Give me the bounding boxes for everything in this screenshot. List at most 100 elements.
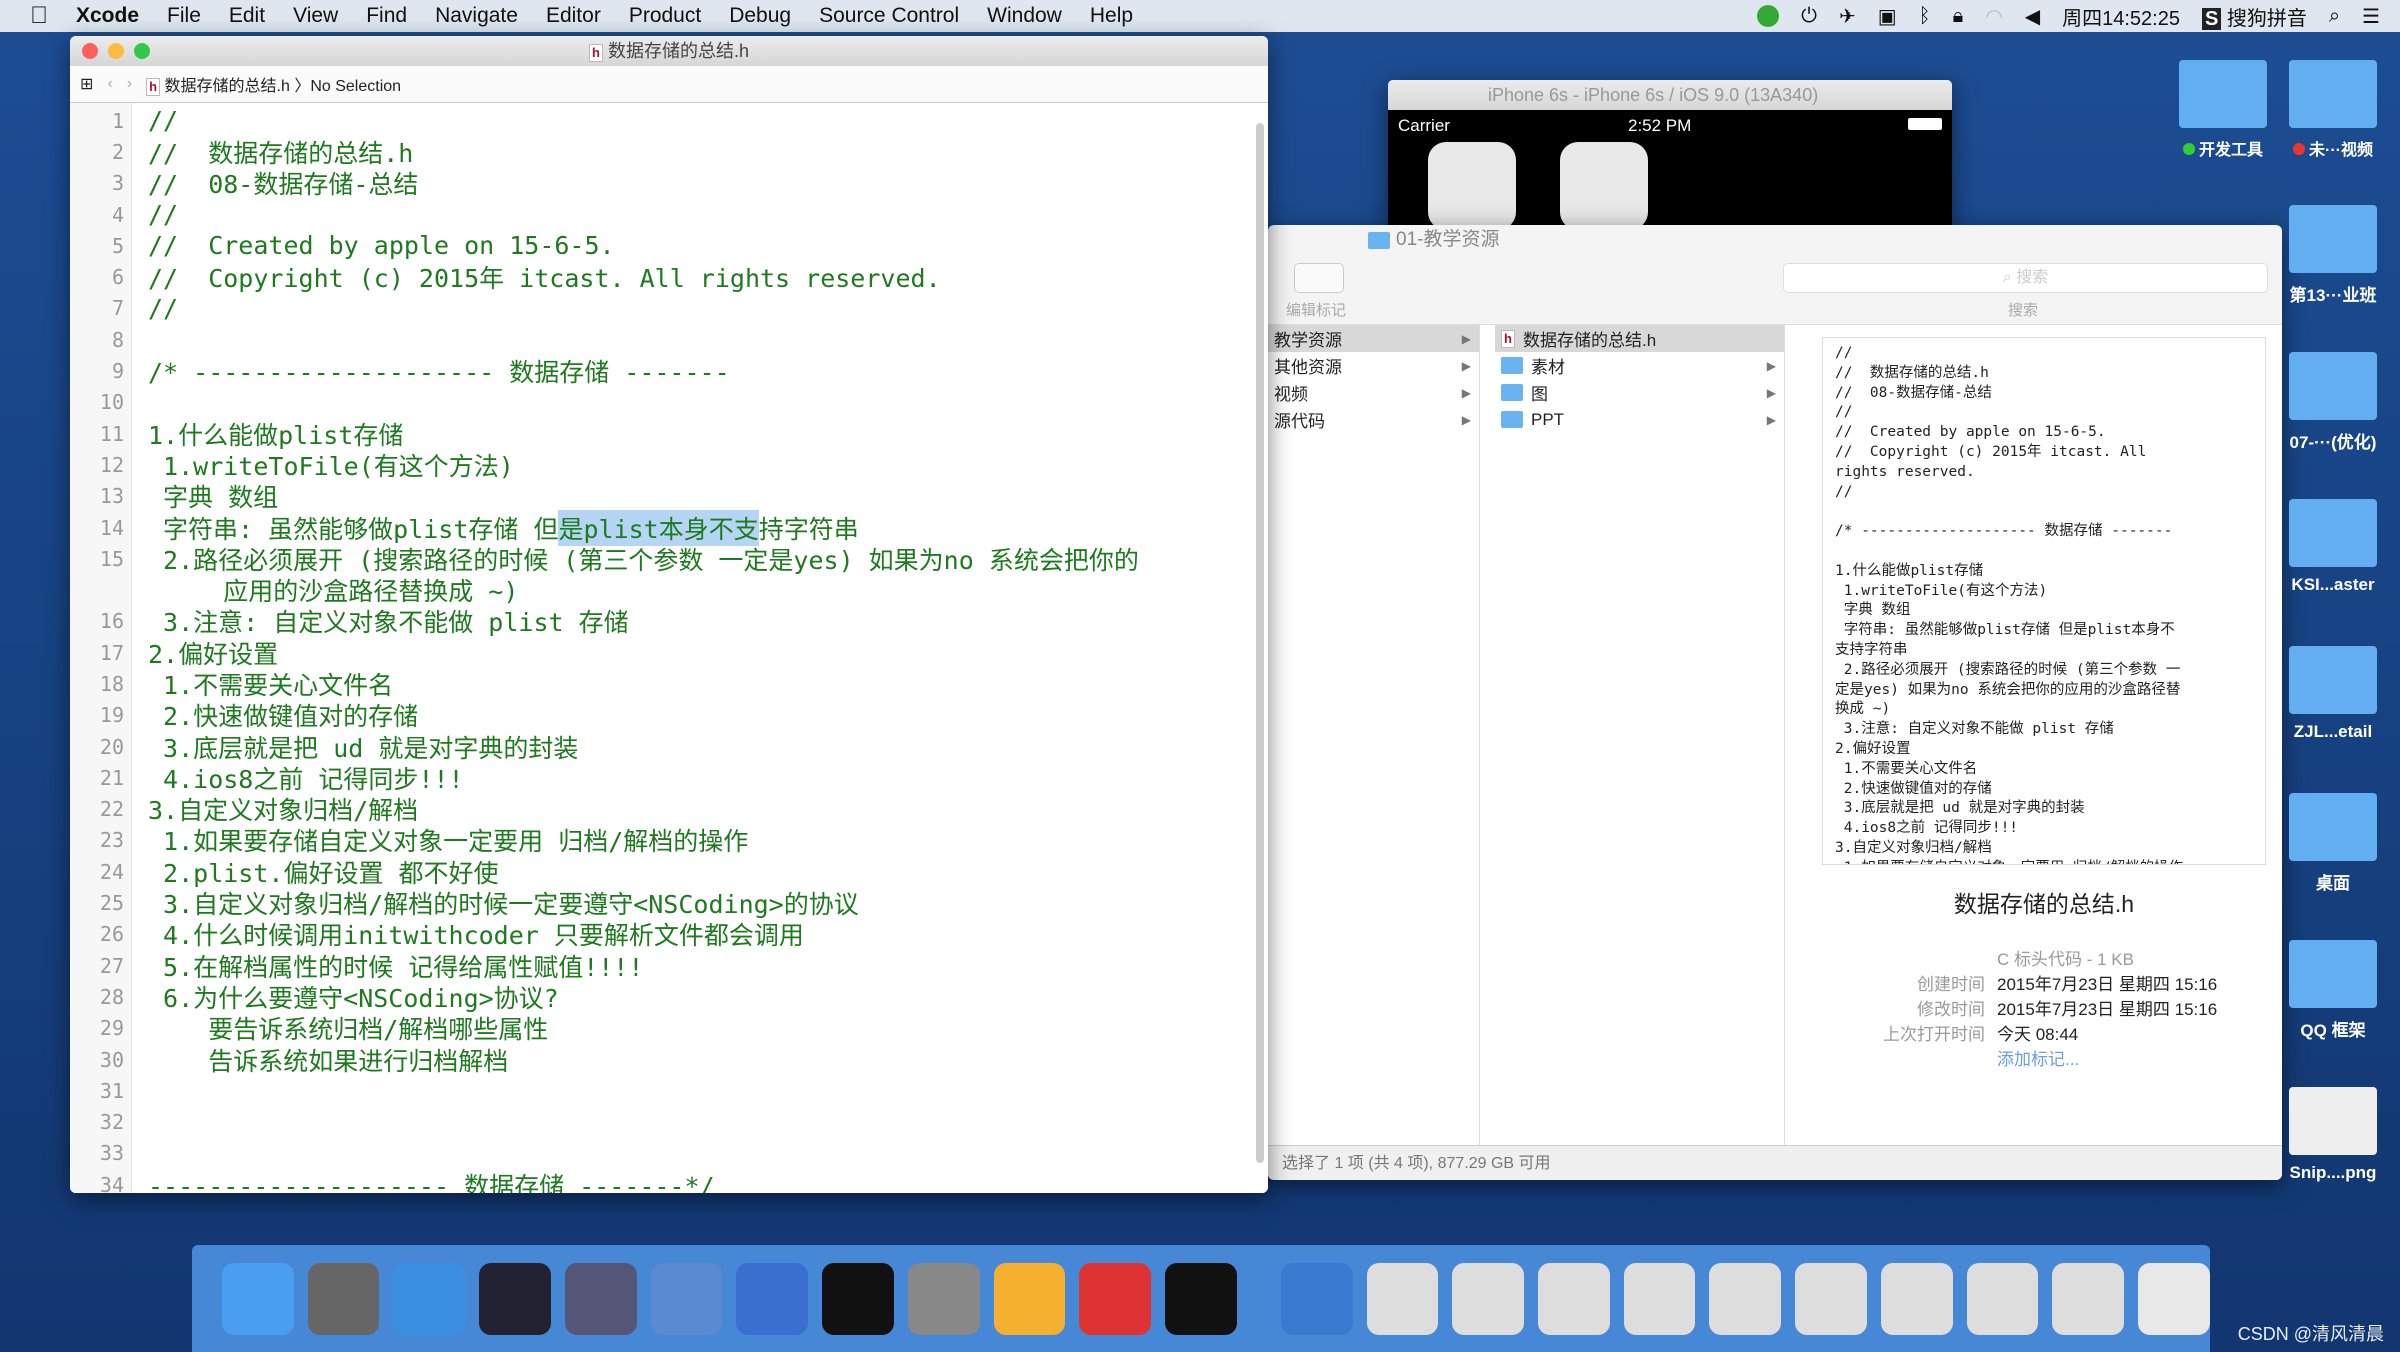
power-icon[interactable]: ⏻ [1801, 5, 1817, 28]
desktop-item[interactable]: QQ 框架 [2278, 940, 2388, 1041]
code-line[interactable]: 4 // [70, 199, 1248, 230]
breadcrumb-file[interactable]: 数据存储的总结.h [165, 78, 290, 95]
menu-file[interactable]: File [167, 4, 201, 28]
volume-icon[interactable]: ◀ [2025, 4, 2040, 29]
desktop-item[interactable]: Snip....png [2278, 1087, 2388, 1183]
desktop-item[interactable]: 桌面 [2278, 793, 2388, 894]
code-line[interactable]: 30 告诉系统如果进行归档解档 [70, 1044, 1248, 1076]
menu-edit[interactable]: Edit [229, 4, 265, 28]
dock-screenshot-icon[interactable] [1795, 1262, 1867, 1335]
code-line[interactable]: 5 // Created by apple on 15-6-5. [70, 230, 1248, 261]
dock-powerpoint-icon[interactable] [1079, 1262, 1152, 1335]
minimize-button[interactable] [108, 43, 124, 59]
desktop-item[interactable]: 07-···(优化) [2278, 352, 2388, 453]
zoom-button[interactable] [134, 43, 150, 59]
menu-window[interactable]: Window [987, 4, 1062, 28]
spotlight-icon[interactable]: ⌕ [2329, 5, 2340, 28]
dock-finder-icon[interactable] [222, 1262, 294, 1335]
desktop-folder[interactable]: 未···视频 [2278, 60, 2388, 160]
code-line[interactable]: 9 /* -------------------- 数据存储 ------- [70, 355, 1248, 387]
code-line[interactable]: 应用的沙盒路径替换成 ~) [70, 574, 1248, 606]
vertical-scrollbar[interactable] [1256, 123, 1264, 1163]
menu-editor[interactable]: Editor [546, 4, 601, 28]
code-line[interactable]: 33 [70, 1138, 1248, 1169]
code-line[interactable]: 7 // [70, 293, 1248, 324]
dock-screenshot-icon[interactable] [1366, 1262, 1439, 1335]
menu-debug[interactable]: Debug [729, 4, 791, 28]
code-line[interactable]: 27 5.在解档属性的时候 记得给属性赋值!!!! [70, 950, 1248, 982]
code-line[interactable]: 20 3.底层就是把 ud 就是对字典的封装 [70, 731, 1248, 763]
code-line[interactable]: 16 3.注意: 自定义对象不能做 plist 存储 [70, 606, 1248, 637]
search-input[interactable]: ⌕ 搜索 [1783, 263, 2268, 293]
desktop-folder[interactable]: 开发工具 [2168, 60, 2278, 160]
column-item[interactable]: 视频 ▶ [1268, 379, 1479, 406]
code-line[interactable]: 32 [70, 1107, 1248, 1138]
dock-screenshot-icon[interactable] [1623, 1262, 1696, 1335]
simulator-screen[interactable]: Carrier 2:52 PM [1388, 110, 1952, 230]
app-icon[interactable] [1428, 142, 1516, 230]
breadcrumb[interactable]: h 数据存储的总结.h 〉No Selection [146, 72, 401, 96]
dock-instruments-icon[interactable] [736, 1262, 809, 1335]
code-line[interactable]: 26 4.什么时候调用initwithcoder 只要解析文件都会调用 [70, 919, 1248, 950]
code-line[interactable]: 8 [70, 324, 1248, 355]
code-line[interactable]: 17 2.偏好设置 [70, 637, 1248, 669]
lock-icon[interactable]: 🔒︎ [1953, 5, 1964, 28]
close-button[interactable] [82, 43, 98, 59]
dock-xcode-icon[interactable] [650, 1262, 723, 1335]
code-line[interactable]: 28 6.为什么要遵守<NSCoding>协议? [70, 981, 1248, 1013]
dock-screenshot-icon[interactable] [2052, 1262, 2125, 1335]
breadcrumb-selection[interactable]: No Selection [310, 78, 401, 95]
menu-view[interactable]: View [293, 4, 338, 28]
dock-system-preferences-icon[interactable] [907, 1262, 980, 1335]
menu-navigate[interactable]: Navigate [435, 4, 518, 28]
clock[interactable]: 周四14:52:25 [2062, 2, 2180, 31]
code-line[interactable]: 31 [70, 1075, 1248, 1106]
apple-menu-icon[interactable]:  [30, 2, 48, 30]
code-line[interactable]: 25 3.自定义对象归档/解档的时候一定要遵守<NSCoding>的协议 [70, 887, 1248, 919]
notification-center-icon[interactable]: ☰ [2362, 4, 2380, 29]
wifi-icon[interactable]: ◠ [1985, 4, 2002, 29]
dock-launchpad-icon[interactable] [307, 1262, 380, 1335]
add-tag-link[interactable]: 添加标记... [1997, 1045, 2079, 1070]
desktop-item[interactable]: KSI...aster [2278, 499, 2388, 595]
status-wechat-icon[interactable] [1757, 5, 1780, 27]
back-button[interactable]: ‹ [107, 75, 112, 93]
code-line[interactable]: 12 1.writeToFile(有这个方法) [70, 449, 1248, 481]
dock-sketch-icon[interactable] [993, 1262, 1066, 1335]
dock-safari-icon[interactable] [393, 1262, 466, 1335]
code-line[interactable]: 14 字符串: 虽然能够做plist存储 但是plist本身不支 持字符串 [70, 509, 1248, 546]
menu-find[interactable]: Find [366, 4, 407, 28]
column-item[interactable]: PPT ▶ [1495, 406, 1784, 433]
app-icon[interactable] [1560, 142, 1648, 230]
column-item[interactable]: 图 ▶ [1495, 379, 1784, 406]
menu-product[interactable]: Product [629, 4, 701, 28]
menu-source-control[interactable]: Source Control [819, 4, 959, 28]
code-line[interactable]: 10 [70, 387, 1248, 418]
code-line[interactable]: 1 // [70, 105, 1248, 136]
column-item[interactable]: 源代码 ▶ [1268, 406, 1479, 433]
code-line[interactable]: 34 -------------------- 数据存储 -------*/ [70, 1169, 1248, 1193]
bluetooth-icon[interactable]: ᛒ [1919, 5, 1931, 28]
dock-terminal-icon[interactable] [822, 1262, 894, 1335]
dock-photo-booth-icon[interactable] [564, 1262, 637, 1335]
dock-screenshot-icon[interactable] [1709, 1262, 1782, 1335]
dock-screenshot-icon[interactable] [1538, 1262, 1610, 1335]
dock-screenshot-icon[interactable] [1966, 1262, 2039, 1335]
airplane-icon[interactable]: ✈ [1839, 4, 1856, 29]
menu-help[interactable]: Help [1090, 4, 1133, 28]
dock-screenshot-icon[interactable] [1452, 1262, 1525, 1335]
related-items-icon[interactable]: ⊞ [80, 74, 93, 94]
code-line[interactable]: 15 2.路径必须展开 (搜索路径的时候 (第三个参数 一定是yes) 如果为n… [70, 543, 1248, 575]
dock-mouse-icon[interactable] [479, 1262, 551, 1335]
code-line[interactable]: 19 2.快速做键值对的存储 [70, 700, 1248, 731]
code-line[interactable]: 6 // Copyright (c) 2015年 itcast. All righ… [70, 261, 1248, 293]
code-line[interactable]: 29 要告诉系统归档/解档哪些属性 [70, 1013, 1248, 1044]
code-line[interactable]: 24 2.plist.偏好设置 都不好使 [70, 856, 1248, 888]
code-line[interactable]: 3 // 08-数据存储-总结 [70, 168, 1248, 199]
code-line[interactable]: 18 1.不需要关心文件名 [70, 668, 1248, 700]
column-item[interactable]: 其他资源 ▶ [1268, 352, 1479, 379]
code-line[interactable]: 11 1.什么能做plist存储 [70, 418, 1248, 450]
code-line[interactable]: 23 1.如果要存储自定义对象一定要用 归档/解档的操作 [70, 825, 1248, 856]
code-editor[interactable]: 1//2// 数据存储的总结.h 3// 08-数据存储-总结 4//5// Cre… [70, 103, 1268, 1193]
desktop-item[interactable]: 第13···业班 [2278, 205, 2388, 306]
